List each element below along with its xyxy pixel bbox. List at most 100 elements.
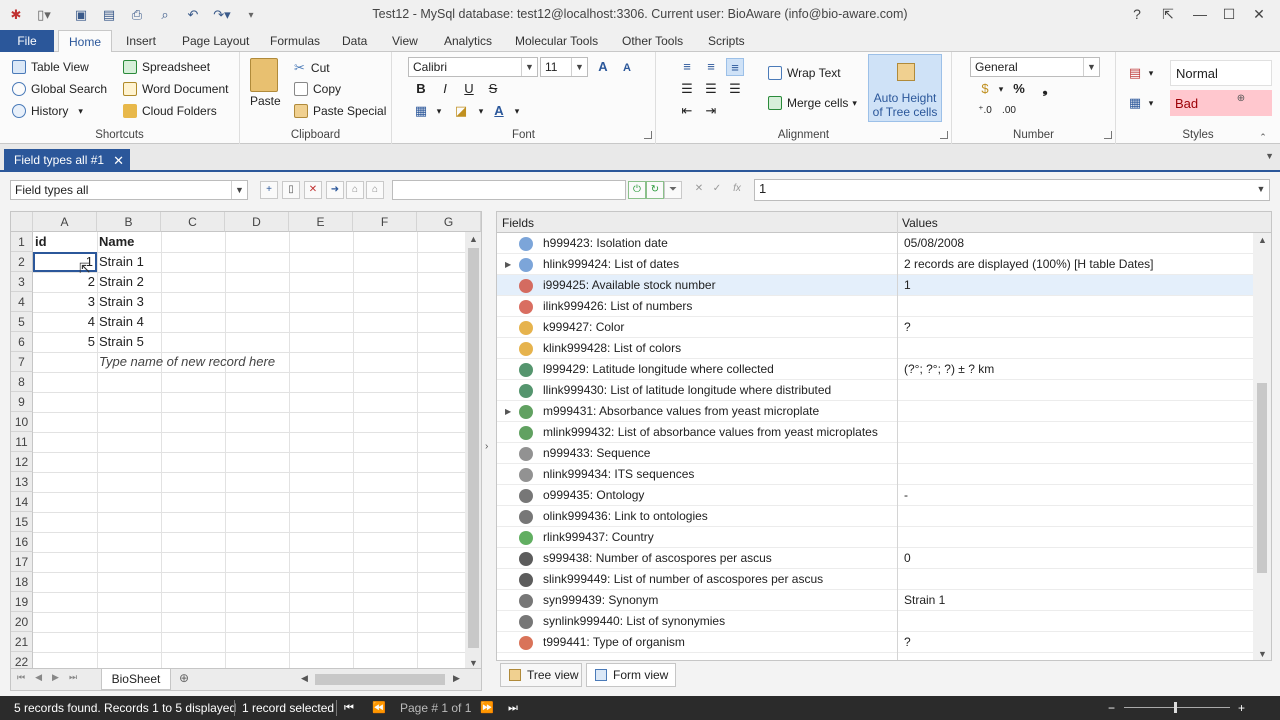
tab-form-view[interactable]: Form view bbox=[586, 663, 676, 687]
row-header[interactable]: 13 bbox=[11, 472, 33, 492]
field-row[interactable]: slink999449: List of number of ascospore… bbox=[497, 569, 1253, 590]
fields-scroll-thumb[interactable] bbox=[1257, 383, 1267, 573]
merge-cells-button[interactable]: Merge cells ▾ bbox=[768, 96, 857, 110]
sheet-nav-icons[interactable]: ⏮◀▶⏭ bbox=[17, 672, 87, 683]
view-select[interactable]: Field types all ▼ bbox=[10, 180, 248, 200]
wrap-text-button[interactable]: Wrap Text bbox=[768, 66, 841, 80]
spreadsheet-grid[interactable]: A B C D E F G 1 2 3 4 5 6 7 8 9 10 11 12 13 14 15 16 17 1… bbox=[10, 211, 482, 669]
search-input[interactable] bbox=[392, 180, 626, 200]
row-header[interactable]: 7 bbox=[11, 352, 33, 372]
font-dialog-launcher[interactable] bbox=[644, 131, 652, 139]
field-row[interactable]: rlink999437: Country bbox=[497, 527, 1253, 548]
font-size-select[interactable]: 11 ▼ bbox=[540, 57, 588, 77]
close-button[interactable]: ✕ bbox=[1247, 4, 1271, 24]
field-row[interactable]: ilink999426: List of numbers bbox=[497, 296, 1253, 317]
italic-button[interactable]: I bbox=[436, 80, 454, 98]
field-row[interactable]: ▶ hlink999424: List of dates 2 records ar… bbox=[497, 254, 1253, 275]
last-page-icon[interactable]: ⏭ bbox=[508, 696, 518, 720]
next-page-icon[interactable]: ⏩ bbox=[480, 696, 494, 720]
alignment-dialog-launcher[interactable] bbox=[940, 131, 948, 139]
move-record-icon[interactable]: ➜ bbox=[326, 181, 344, 199]
decrease-indent-icon[interactable]: ⇤ bbox=[678, 102, 696, 120]
row-header[interactable]: 11 bbox=[11, 432, 33, 452]
align-center-icon[interactable]: ☰ bbox=[702, 80, 720, 98]
zoom-in-button[interactable]: + bbox=[1238, 696, 1245, 720]
row-header[interactable]: 17 bbox=[11, 552, 33, 572]
row-header[interactable]: 18 bbox=[11, 572, 33, 592]
chevron-down-icon[interactable]: ▾ bbox=[992, 80, 1010, 98]
power-icon[interactable]: ⏻ bbox=[628, 181, 646, 199]
field-row[interactable]: l999429: Latitude longitude where collec… bbox=[497, 359, 1253, 380]
tab-tree-view[interactable]: Tree view bbox=[500, 663, 582, 687]
field-row[interactable]: s999438: Number of ascospores per ascus 0 bbox=[497, 548, 1253, 569]
row-header[interactable]: 12 bbox=[11, 452, 33, 472]
filter-icon[interactable]: ⏷ bbox=[664, 181, 682, 199]
paste-icon[interactable] bbox=[250, 58, 278, 92]
field-row[interactable]: syn999439: Synonym Strain 1 bbox=[497, 590, 1253, 611]
row-header[interactable]: 15 bbox=[11, 512, 33, 532]
chevron-down-icon[interactable]: ▾ bbox=[472, 102, 490, 120]
chevron-down-icon[interactable]: ▾ bbox=[508, 102, 526, 120]
row-header[interactable]: 16 bbox=[11, 532, 33, 552]
style-normal[interactable]: Normal bbox=[1170, 60, 1272, 86]
expand-icon[interactable]: ▶ bbox=[505, 401, 511, 422]
field-value[interactable]: Strain 1 bbox=[904, 590, 945, 611]
style-bad[interactable]: Bad bbox=[1170, 90, 1272, 116]
align-right-icon[interactable]: ☰ bbox=[726, 80, 744, 98]
scroll-right-icon[interactable]: ▶ bbox=[453, 673, 460, 684]
column-header-f[interactable]: F bbox=[353, 212, 417, 232]
minimize-button[interactable]: — bbox=[1188, 4, 1212, 24]
shrink-font-icon[interactable]: A bbox=[618, 59, 636, 77]
formula-bar-input[interactable]: 1 ▼ bbox=[754, 179, 1270, 201]
field-row[interactable]: k999427: Color? bbox=[497, 317, 1253, 338]
previous-page-icon[interactable]: ⏪ bbox=[372, 696, 386, 720]
field-value[interactable]: - bbox=[904, 485, 908, 506]
column-header-e[interactable]: E bbox=[289, 212, 353, 232]
auto-height-tree-cells-button[interactable]: Auto Height of Tree cells bbox=[868, 54, 942, 122]
grow-font-icon[interactable]: A bbox=[594, 58, 612, 76]
field-row[interactable]: h999423: Isolation date 05/08/2008 bbox=[497, 233, 1253, 254]
spreadsheet-button[interactable]: Spreadsheet bbox=[123, 60, 210, 74]
tab-data[interactable]: Data bbox=[336, 30, 373, 52]
help-button[interactable]: ? bbox=[1125, 4, 1149, 24]
row-header[interactable]: 20 bbox=[11, 612, 33, 632]
tab-other-tools[interactable]: Other Tools bbox=[616, 30, 689, 52]
bold-button[interactable]: B bbox=[412, 80, 430, 98]
tab-list-icon[interactable]: ▼ bbox=[1265, 151, 1274, 161]
field-value[interactable]: (?°; ?°; ?) ± ? km bbox=[904, 359, 994, 380]
tab-scripts[interactable]: Scripts bbox=[702, 30, 751, 52]
chevron-down-icon[interactable]: ▾ bbox=[1142, 64, 1160, 82]
cancel-edit-icon[interactable]: ✕ bbox=[690, 181, 708, 199]
field-row[interactable]: mlink999432: List of absorbance values f… bbox=[497, 422, 1253, 443]
new-record-hint[interactable]: Type name of new record here bbox=[97, 352, 297, 372]
fields-vertical-scrollbar[interactable]: ▲ ▼ bbox=[1253, 233, 1271, 660]
row-header[interactable]: 10 bbox=[11, 412, 33, 432]
paste-button[interactable]: Paste bbox=[250, 94, 281, 108]
field-row[interactable]: nlink999434: ITS sequences bbox=[497, 464, 1253, 485]
font-color-icon[interactable]: A bbox=[490, 102, 508, 120]
paste-special-button[interactable]: Paste Special bbox=[294, 104, 386, 118]
tab-insert[interactable]: Insert bbox=[120, 30, 162, 52]
close-icon[interactable]: ✕ bbox=[113, 149, 124, 172]
tab-formulas[interactable]: Formulas bbox=[264, 30, 326, 52]
field-row[interactable]: n999433: Sequence bbox=[497, 443, 1253, 464]
field-row[interactable]: klink999428: List of colors bbox=[497, 338, 1253, 359]
comma-button[interactable]: ❟ bbox=[1036, 80, 1054, 98]
row-header[interactable]: 6 bbox=[11, 332, 33, 352]
row-header[interactable]: 14 bbox=[11, 492, 33, 512]
delete-record-icon[interactable]: ✕ bbox=[304, 181, 322, 199]
increase-decimal-icon[interactable]: ⁺.0 bbox=[976, 102, 994, 120]
document-tab[interactable]: Field types all #1 ✕ bbox=[4, 149, 130, 172]
field-value[interactable]: 05/08/2008 bbox=[904, 233, 964, 254]
cell-a6[interactable]: 5 bbox=[33, 332, 97, 352]
align-bottom-icon[interactable]: ≡ bbox=[726, 58, 744, 76]
cell-b2[interactable]: Strain 1 bbox=[97, 252, 161, 272]
cut-button[interactable]: ✂ Cut bbox=[294, 60, 330, 76]
column-header-b[interactable]: B bbox=[97, 212, 161, 232]
row-header[interactable]: 3 bbox=[11, 272, 33, 292]
field-value[interactable]: 1 bbox=[904, 275, 911, 296]
word-document-button[interactable]: Word Document bbox=[123, 82, 228, 96]
tab-analytics[interactable]: Analytics bbox=[438, 30, 498, 52]
select-all-corner[interactable] bbox=[11, 212, 33, 232]
underline-button[interactable]: U bbox=[460, 80, 478, 98]
